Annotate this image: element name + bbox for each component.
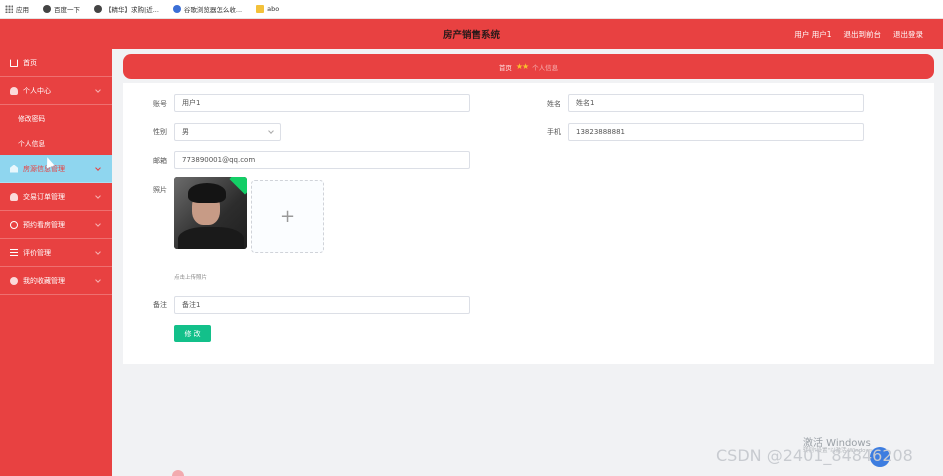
sidebar-item-review[interactable]: 评价管理 <box>0 239 112 267</box>
sidebar-item-house-info[interactable]: 房源信息管理 <box>0 155 112 183</box>
blue-icon <box>172 5 181 13</box>
folder-icon <box>256 5 265 13</box>
chevron-down-icon <box>95 193 101 199</box>
sidebar-item-viewing[interactable]: 预约看房管理 <box>0 211 112 239</box>
bookmark-chrome-tip[interactable]: 谷歌浏览器怎么收... <box>172 4 243 14</box>
app-header: 房产销售系统 用户 用户1 退出到前台 退出登录 <box>0 19 943 49</box>
photo-upload-button[interactable]: + <box>251 180 324 253</box>
sidebar-item-favorites[interactable]: 我的收藏管理 <box>0 267 112 295</box>
bookmark-label: abo <box>267 5 280 13</box>
name-label: 姓名 <box>547 100 561 108</box>
chevron-down-icon <box>95 165 101 171</box>
sidebar-item-home[interactable]: 首页 <box>0 49 112 77</box>
user-icon <box>10 86 18 95</box>
logout-link[interactable]: 退出登录 <box>893 29 923 40</box>
sidebar: 首页 个人中心 修改密码 个人信息 房源信息管理 交易订单管理 预约看房管理 评… <box>0 49 112 476</box>
account-label: 账号 <box>153 100 167 108</box>
sidebar-item-label: 首页 <box>23 58 37 67</box>
bookmark-baidu[interactable]: 百度一下 <box>43 4 80 14</box>
sidebar-item-label: 评价管理 <box>23 248 51 257</box>
sidebar-subitem-personal-info[interactable]: 个人信息 <box>0 130 112 155</box>
sidebar-item-label: 个人中心 <box>23 86 51 95</box>
home-icon <box>10 58 18 67</box>
name-field[interactable]: 姓名1 <box>568 94 864 112</box>
profile-photo[interactable] <box>174 177 247 249</box>
globe-icon <box>94 5 102 13</box>
bookmark-jinghua[interactable]: 【精华】求购|近... <box>94 4 159 14</box>
bookmarks-bar: 应用 百度一下 【精华】求购|近... 谷歌浏览器怎么收... abo <box>0 0 943 19</box>
chevron-down-icon <box>268 128 274 134</box>
sidebar-item-label: 预约看房管理 <box>23 220 65 229</box>
favorites-icon <box>10 276 18 285</box>
remark-field[interactable]: 备注1 <box>174 296 470 314</box>
apps-icon <box>5 5 13 13</box>
current-user[interactable]: 用户 用户1 <box>794 29 831 40</box>
bookmark-label: 谷歌浏览器怎么收... <box>183 6 243 14</box>
back-to-front-link[interactable]: 退出到前台 <box>844 29 882 40</box>
phone-label: 手机 <box>547 128 561 136</box>
bookmark-label: 【精华】求购|近... <box>105 6 159 14</box>
user-icon <box>10 192 18 201</box>
circle-icon <box>10 220 18 229</box>
chevron-up-icon <box>95 87 101 93</box>
chevron-down-icon <box>95 221 101 227</box>
breadcrumb-home[interactable]: 首页 <box>499 62 512 72</box>
phone-field[interactable]: 13823888881 <box>568 123 864 141</box>
bookmark-label: 百度一下 <box>54 6 80 14</box>
sidebar-item-personal-center[interactable]: 个人中心 <box>0 77 112 105</box>
list-icon <box>10 248 18 257</box>
star-separator-icon: ★★ <box>515 62 529 71</box>
header-links: 用户 用户1 退出到前台 退出登录 <box>794 29 923 40</box>
gender-label: 性别 <box>153 128 167 136</box>
account-field[interactable]: 用户1 <box>174 94 470 112</box>
pink-dot-icon <box>172 470 184 476</box>
profile-form: 账号 用户1 姓名 姓名1 性别 男 手机 13823888881 邮箱 773… <box>123 83 934 364</box>
bookmark-abo[interactable]: abo <box>256 5 279 13</box>
email-field[interactable]: 773890001@qq.com <box>174 151 470 169</box>
chevron-down-icon <box>95 249 101 255</box>
globe-icon <box>43 5 51 13</box>
gender-select[interactable]: 男 <box>174 123 281 141</box>
bookmark-apps[interactable]: 应用 <box>5 4 29 14</box>
sidebar-item-trade-order[interactable]: 交易订单管理 <box>0 183 112 211</box>
sidebar-subitem-change-password[interactable]: 修改密码 <box>0 105 112 130</box>
sidebar-item-label: 房源信息管理 <box>23 164 65 173</box>
upload-hint: 点击上传照片 <box>174 275 208 281</box>
csdn-watermark: CSDN @2401_84846208 <box>716 446 913 465</box>
breadcrumb-current: 个人信息 <box>532 63 559 72</box>
remark-label: 备注 <box>153 301 167 309</box>
photo-label: 照片 <box>153 186 167 194</box>
email-label: 邮箱 <box>153 157 167 165</box>
bookmark-label: 应用 <box>16 6 29 14</box>
chevron-down-icon <box>95 277 101 283</box>
breadcrumb: 首页 ★★ 个人信息 <box>123 54 934 79</box>
sidebar-item-label: 交易订单管理 <box>23 192 65 201</box>
bank-icon <box>10 164 18 173</box>
sidebar-item-label: 我的收藏管理 <box>23 276 65 285</box>
gender-value: 男 <box>182 128 189 136</box>
submit-button[interactable]: 修 改 <box>174 325 211 342</box>
plus-icon: + <box>279 206 296 227</box>
